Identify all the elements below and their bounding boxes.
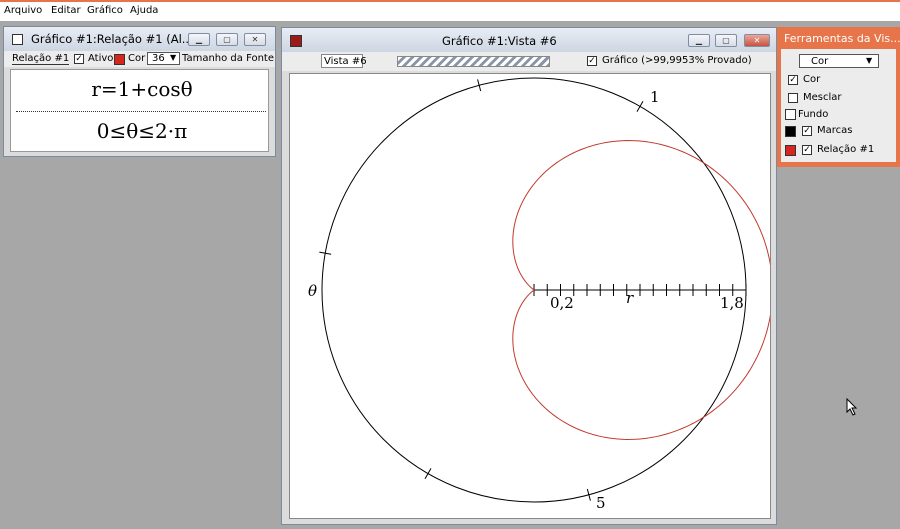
maximize-icon[interactable]: ▢	[216, 33, 238, 46]
minimize-icon[interactable]: ▁	[688, 34, 710, 47]
app-icon	[12, 34, 23, 45]
label-r: r	[626, 289, 634, 307]
plot-area[interactable]: 0,2 r 1,8 θ 1 5	[289, 73, 771, 519]
progress-bar	[397, 56, 550, 67]
mesclar-checkbox[interactable]	[788, 93, 798, 103]
marcas-label: Marcas	[817, 125, 853, 136]
cor-label: Cor	[128, 53, 146, 64]
font-size-value: 36	[152, 53, 165, 64]
circle-tick	[636, 100, 644, 112]
label-r-max: 1,8	[720, 294, 744, 312]
grafico-checkbox[interactable]: ✓	[587, 56, 597, 66]
tools-panel: Ferramentas da Vis... Cor ▼ ✓ Cor Mescla…	[777, 27, 900, 167]
menu-ajuda[interactable]: Ajuda	[130, 5, 158, 16]
close-icon[interactable]: ✕	[244, 33, 266, 46]
label-circle-top: 1	[650, 88, 660, 106]
circle-tick	[424, 468, 432, 480]
view-field[interactable]: Vista #6	[321, 54, 367, 68]
polar-plot: 0,2 r 1,8 θ 1 5	[308, 77, 770, 512]
graph-window: Gráfico #1:Vista #6 ▁ ▢ ✕ Vista #6 ✓ Grá…	[281, 27, 777, 525]
mesclar-label: Mesclar	[803, 92, 842, 103]
font-size-label: Tamanho da Fonte	[182, 53, 275, 64]
formula-text[interactable]: r=1+cosθ	[14, 77, 270, 101]
label-circle-bottom: 5	[596, 494, 606, 512]
color-swatch[interactable]	[114, 54, 125, 65]
divider	[16, 111, 266, 112]
label-r-min: 0,2	[550, 294, 574, 312]
chevron-down-icon: ▼	[170, 53, 177, 62]
cor-label: Cor	[803, 74, 821, 85]
minimize-icon[interactable]: ▁	[188, 33, 210, 46]
ativo-label: Ativo	[88, 53, 114, 64]
fundo-label: Fundo	[798, 109, 829, 120]
mouse-cursor-icon	[846, 398, 858, 416]
ativo-checkbox[interactable]: ✓	[74, 54, 84, 64]
relation-titlebar[interactable]: Gráfico #1:Relação #1 (Al... ▁ ▢ ✕	[4, 27, 275, 51]
view-field-value: Vista #6	[324, 56, 367, 67]
marcas-checkbox[interactable]: ✓	[802, 126, 812, 136]
graph-title: Gráfico #1:Vista #6	[442, 34, 557, 48]
graph-titlebar[interactable]: Gráfico #1:Vista #6 ▁ ▢ ✕	[282, 28, 776, 52]
tools-title: Ferramentas da Vis...	[784, 32, 900, 45]
relacao-checkbox[interactable]: ✓	[802, 145, 812, 155]
cor-checkbox[interactable]: ✓	[788, 75, 798, 85]
cor-dropdown-value: Cor	[811, 56, 829, 67]
relacao-swatch[interactable]	[785, 145, 796, 156]
marcas-swatch[interactable]	[785, 126, 796, 137]
relation-window: Gráfico #1:Relação #1 (Al... ▁ ▢ ✕ Relaç…	[3, 26, 276, 157]
cor-dropdown[interactable]: Cor ▼	[799, 54, 879, 68]
relacao-label: Relação #1	[817, 144, 875, 155]
relation-tab[interactable]: Relação #1	[12, 53, 70, 65]
fundo-swatch[interactable]	[785, 109, 796, 120]
label-theta: θ	[308, 282, 317, 300]
close-icon[interactable]: ✕	[744, 34, 770, 47]
menu-grafico[interactable]: Gráfico	[87, 5, 123, 16]
grafico-label: Gráfico (>99,9953% Provado)	[602, 55, 752, 66]
menu-arquivo[interactable]: Arquivo	[4, 5, 42, 16]
font-size-select[interactable]: 36 ▼	[147, 52, 180, 65]
menu-editar[interactable]: Editar	[51, 5, 81, 16]
maximize-icon[interactable]: ▢	[715, 34, 737, 47]
chevron-down-icon: ▼	[866, 56, 873, 65]
relation-title: Gráfico #1:Relação #1 (Al...	[31, 32, 193, 46]
menu-bar: Arquivo Editar Gráfico Ajuda	[0, 0, 900, 21]
domain-text[interactable]: 0≤θ≤2·π	[14, 119, 270, 143]
app-icon	[290, 35, 302, 47]
